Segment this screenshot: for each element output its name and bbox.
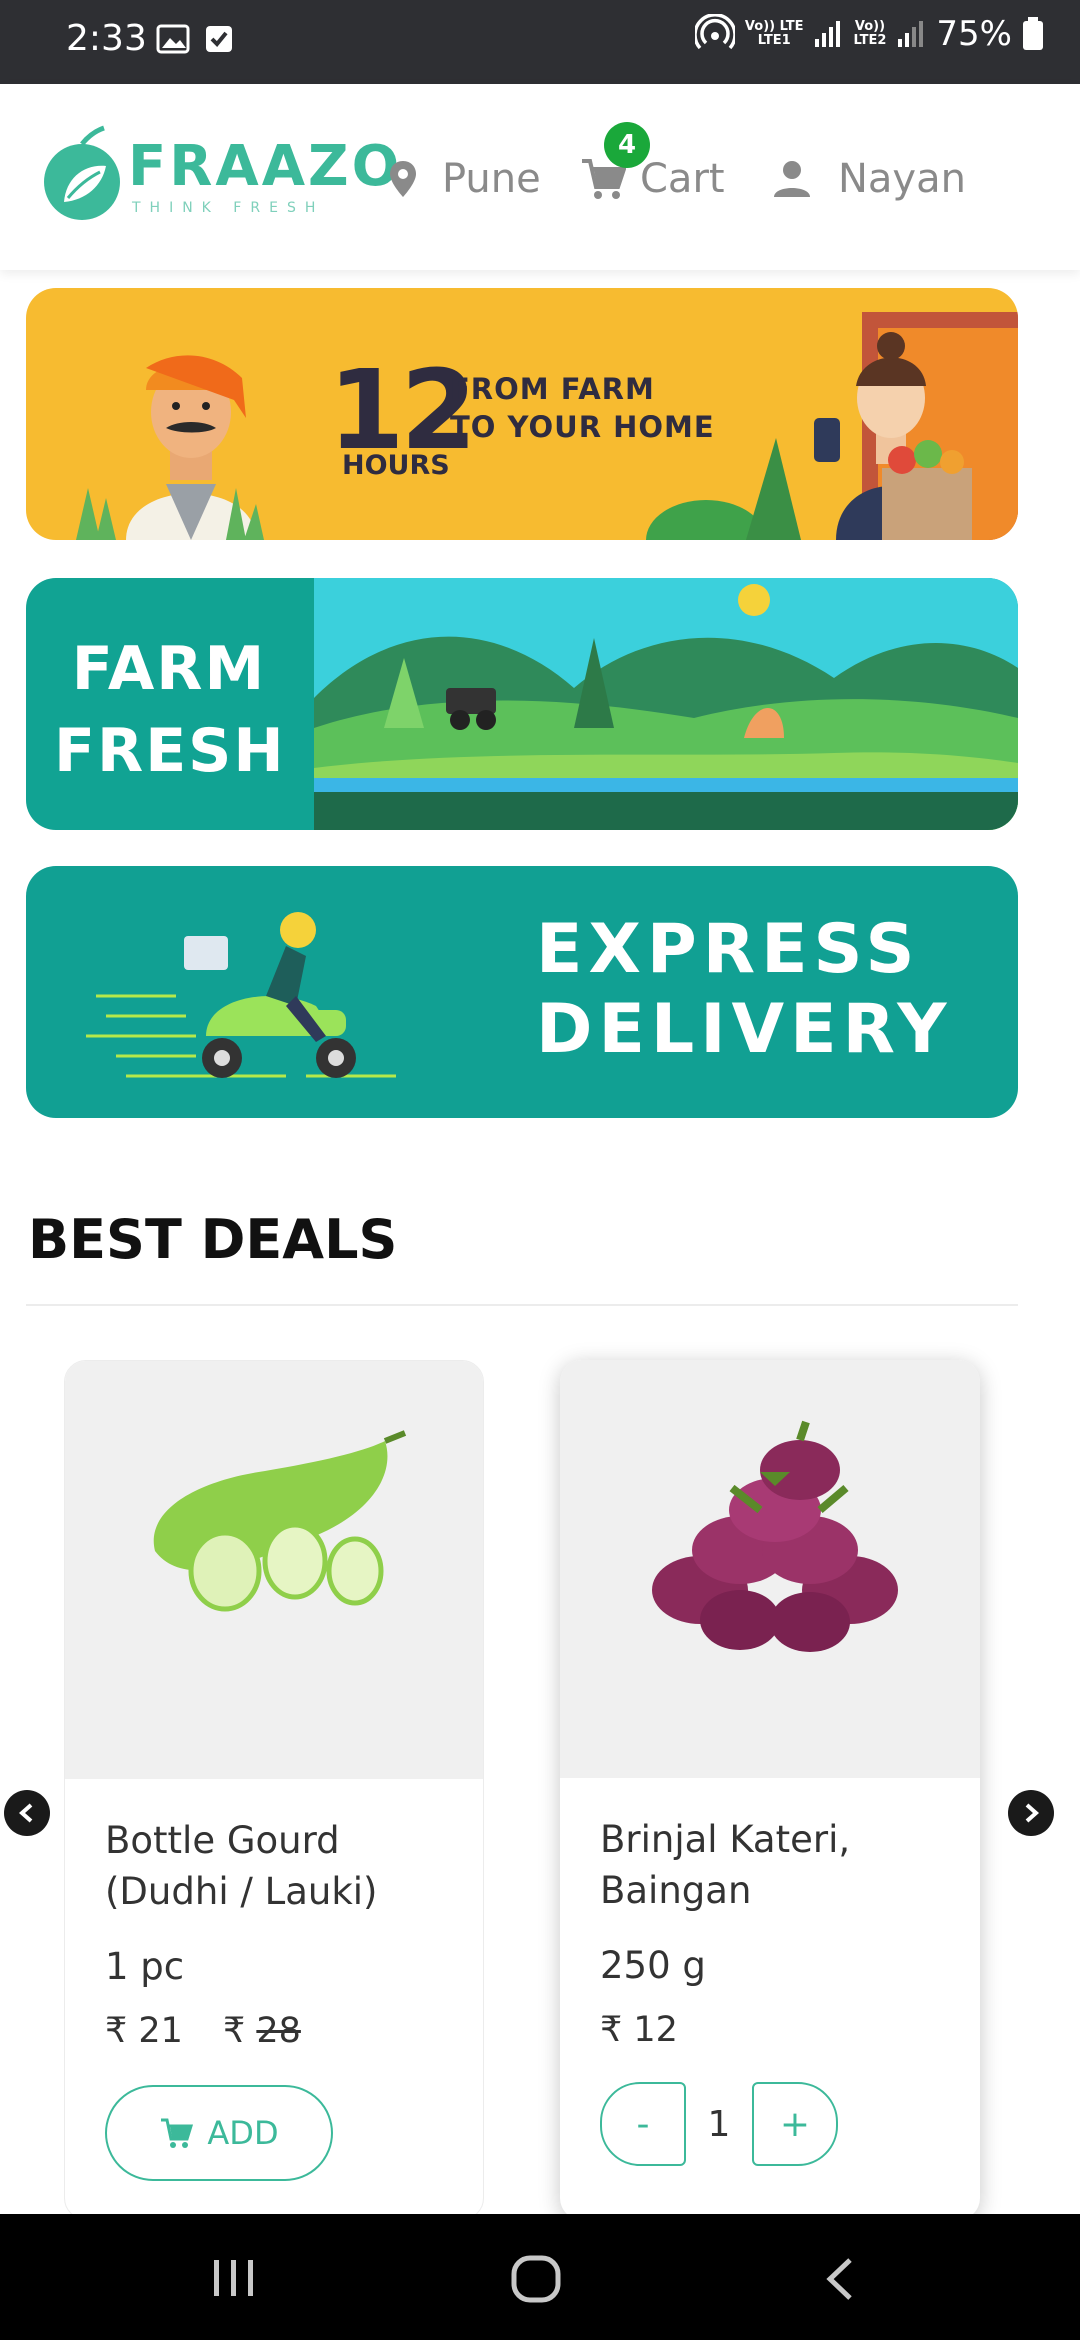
bottle-gourd-image — [153, 1430, 407, 1612]
product-quantity: 250 g — [600, 1944, 706, 1987]
product-image[interactable] — [65, 1361, 483, 1779]
cart-button[interactable]: Cart — [580, 156, 725, 202]
status-bar: 2:33 Vo)) LTE LTE1 Vo)) LTE2 75% — [0, 0, 1080, 84]
banner-line-1: FROM FARM — [450, 372, 655, 406]
carrier-1: Vo)) LTE LTE1 — [744, 19, 804, 48]
hotspot-icon — [694, 14, 735, 50]
product-image[interactable] — [560, 1360, 980, 1778]
quantity-stepper: - 1 + — [600, 2082, 838, 2166]
chevron-right-icon — [1025, 1803, 1040, 1823]
product-quantity: 1 pc — [105, 1945, 185, 1988]
cart-label: Cart — [640, 156, 725, 202]
express-delivery-text: EXPRESS DELIVERY — [536, 910, 953, 1069]
location-selector[interactable]: Pune — [388, 156, 541, 202]
leaf-logo-icon — [44, 125, 120, 220]
product-price: ₹ 21 ₹ 28 — [105, 2011, 301, 2051]
add-label: ADD — [207, 2114, 279, 2152]
home-icon[interactable] — [510, 2254, 562, 2304]
fraazo-logo[interactable]: FRAAZO THINK FRESH — [40, 120, 399, 230]
farmer-illustration — [76, 355, 264, 540]
banner-express-delivery[interactable]: EXPRESS DELIVERY — [26, 866, 1018, 1118]
carousel-next-button[interactable] — [1008, 1790, 1054, 1836]
product-card[interactable]: Bottle Gourd (Dudhi / Lauki) 1 pc ₹ 21 ₹… — [64, 1360, 484, 2220]
back-icon[interactable] — [822, 2256, 858, 2302]
chevron-left-icon — [18, 1803, 33, 1823]
farm-landscape-illustration — [314, 578, 1018, 830]
brand-name: FRAAZO — [128, 134, 403, 199]
location-pin-icon — [390, 161, 416, 197]
signal-2-icon — [898, 21, 924, 47]
scooter-delivery-illustration — [86, 912, 396, 1078]
selling-price: ₹ 12 — [600, 2010, 678, 2050]
signal-1-icon — [815, 21, 841, 47]
battery-percent: 75% — [936, 14, 1012, 54]
decrease-quantity-button[interactable]: - — [600, 2082, 686, 2166]
mrp-price: ₹ 28 — [222, 2011, 301, 2051]
farm-fresh-text: FARM FRESH — [54, 634, 286, 786]
add-cart-icon — [161, 2118, 194, 2148]
quantity-value: 1 — [707, 2103, 731, 2145]
user-name: Nayan — [838, 156, 966, 202]
customer-illustration — [646, 312, 1018, 540]
selling-price: ₹ 21 — [105, 2011, 183, 2051]
product-price: ₹ 12 — [600, 2010, 678, 2050]
banner-farm-fresh[interactable]: FARM FRESH — [26, 578, 1018, 830]
user-menu[interactable]: Nayan — [772, 156, 966, 202]
app-header: FRAAZO THINK FRESH Pune Cart 4 Nayan — [0, 84, 1080, 270]
user-icon — [774, 161, 810, 197]
battery-icon — [1023, 17, 1043, 50]
increase-quantity-button[interactable]: + — [752, 2082, 838, 2166]
brand-tagline: THINK FRESH — [132, 200, 325, 216]
carousel-prev-button[interactable] — [4, 1790, 50, 1836]
brinjal-image — [652, 1420, 898, 1652]
gallery-icon — [156, 24, 190, 54]
status-time: 2:33 — [66, 18, 147, 59]
product-card[interactable]: Brinjal Kateri, Baingan 250 g ₹ 12 - 1 + — [560, 1360, 980, 2220]
section-divider — [26, 1304, 1018, 1306]
recent-apps-icon[interactable] — [210, 2258, 260, 2298]
banner-farm-to-home[interactable]: 12 HOURS FROM FARM TO YOUR HOME — [26, 288, 1018, 540]
status-right: Vo)) LTE LTE1 Vo)) LTE2 75% — [694, 14, 1044, 54]
system-navigation-bar — [0, 2214, 1080, 2340]
product-name[interactable]: Bottle Gourd (Dudhi / Lauki) — [105, 1815, 455, 1917]
checkbox-icon — [206, 26, 232, 52]
cart-count-badge: 4 — [604, 122, 650, 168]
product-name[interactable]: Brinjal Kateri, Baingan — [600, 1814, 950, 1916]
add-to-cart-button[interactable]: ADD — [105, 2085, 333, 2181]
section-title-best-deals: BEST DEALS — [28, 1208, 398, 1271]
banner-hours-label: HOURS — [342, 450, 450, 481]
location-label: Pune — [442, 156, 541, 202]
carrier-2: Vo)) LTE2 — [853, 19, 887, 48]
